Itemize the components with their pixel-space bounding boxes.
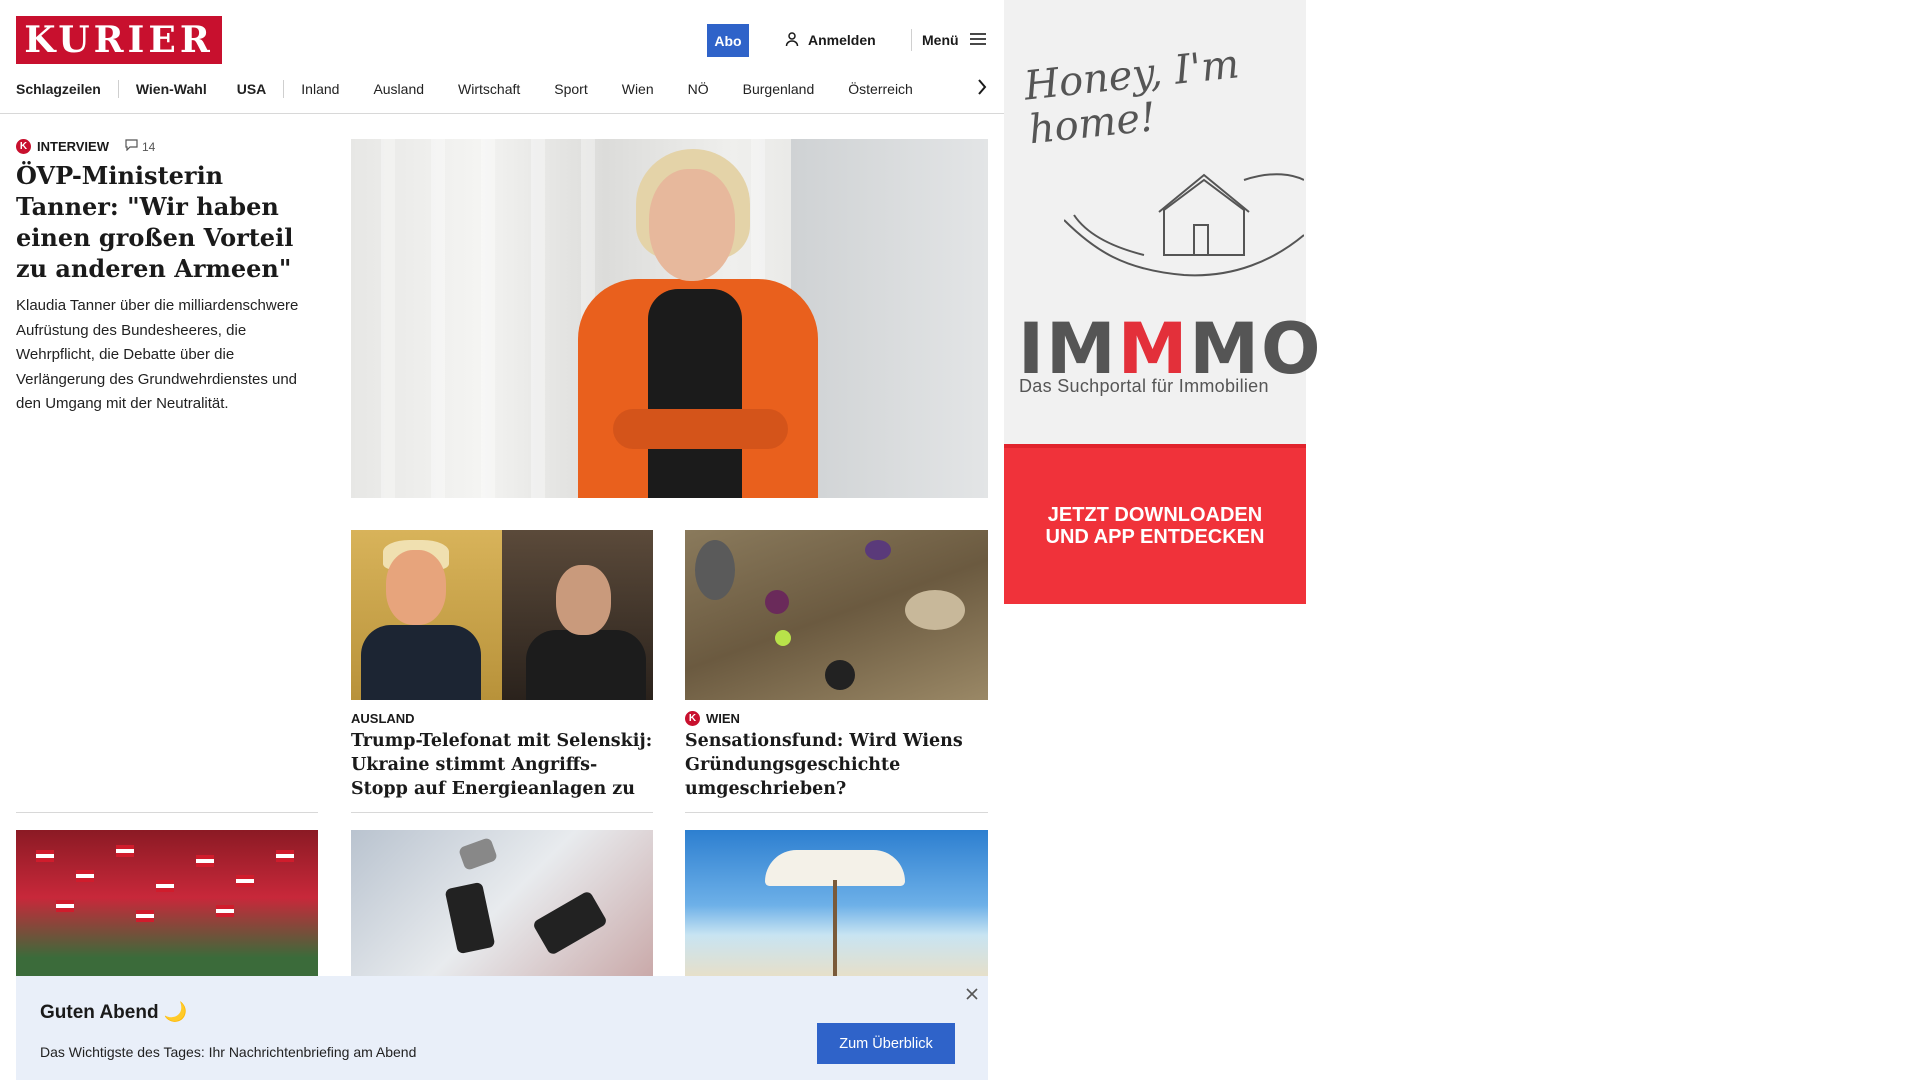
story-kicker[interactable]: K WIEN — [685, 711, 740, 726]
hamburger-icon — [969, 32, 987, 49]
menu-label: Menü — [922, 32, 959, 48]
evening-briefing-banner: Guten Abend 🌙 Das Wichtigste des Tages: … — [16, 976, 988, 1080]
nav-separator — [117, 80, 119, 98]
kurier-plus-badge: K — [16, 139, 31, 154]
lead-meta: K INTERVIEW 14 — [16, 139, 155, 154]
story-photo-trump-selenskij[interactable] — [351, 530, 653, 700]
comment-count[interactable]: 14 — [125, 139, 155, 154]
lead-headline[interactable]: ÖVP-Ministerin Tanner: "Wir haben einen … — [16, 160, 316, 284]
nav-item-ausland[interactable]: Ausland — [373, 81, 424, 97]
lead-teaser: Klaudia Tanner über die milliardenschwer… — [16, 297, 299, 412]
nav-separator — [283, 80, 285, 98]
login-button[interactable]: Anmelden — [784, 30, 876, 50]
nav-scroll-right[interactable] — [972, 78, 992, 100]
ad-visual: Honey, I'm home! IMMMO Das Suchportal fü… — [1004, 0, 1321, 444]
story-kicker-label: WIEN — [706, 711, 740, 726]
nav-item-wien-wahl[interactable]: Wien-Wahl — [136, 81, 207, 97]
ad-cta[interactable]: JETZT DOWNLOADEN UND APP ENTDECKEN — [1004, 444, 1306, 604]
briefing-overview-button[interactable]: Zum Überblick — [817, 1023, 955, 1064]
nav-item-österreich[interactable]: Österreich — [848, 81, 913, 97]
story-headline[interactable]: Sensationsfund: Wird Wiens Gründungsgesc… — [685, 729, 987, 801]
nav-item-burgenland[interactable]: Burgenland — [743, 81, 815, 97]
story-photo-beach[interactable] — [685, 830, 988, 980]
ad-cta-line1: JETZT DOWNLOADEN — [1047, 504, 1263, 526]
story-divider — [16, 812, 318, 813]
nav-item-wien[interactable]: Wien — [622, 81, 654, 97]
nav-item-inland[interactable]: Inland — [301, 81, 339, 97]
comment-icon — [125, 139, 138, 154]
story-kicker[interactable]: AUSLAND — [351, 711, 415, 726]
kurier-logo[interactable]: KURIER — [16, 16, 222, 64]
nav-item-schlagzeilen[interactable]: Schlagzeilen — [16, 81, 101, 97]
briefing-title: Guten Abend 🌙 — [40, 1002, 188, 1023]
chevron-right-icon — [977, 78, 987, 101]
story-divider — [351, 812, 653, 813]
story-photo-football-fans[interactable] — [16, 830, 318, 980]
section-nav: Schlagzeilen Wien-Wahl USA Inland Ausland Wir… — [16, 78, 913, 100]
comment-count-value: 14 — [142, 139, 156, 154]
lead-kicker[interactable]: INTERVIEW — [37, 139, 109, 154]
site-header: KURIER Abo Anmelden Menü Schlagzeilen Wie… — [0, 0, 1004, 114]
advertisement-immmo[interactable]: Honey, I'm home! IMMMO Das Suchportal fü… — [1004, 0, 1321, 604]
story-photo-excavation[interactable] — [685, 530, 988, 700]
ad-cta-line2: UND APP ENTDECKEN — [1045, 526, 1265, 548]
story-divider — [685, 812, 988, 813]
menu-button[interactable]: Menü — [922, 30, 987, 50]
story-headline[interactable]: Trump-Telefonat mit Selenskij: Ukraine s… — [351, 729, 653, 801]
hand-house-icon — [1064, 173, 1304, 277]
story-kicker-label: AUSLAND — [351, 711, 415, 726]
abo-button[interactable]: Abo — [707, 24, 749, 57]
user-icon — [784, 31, 800, 50]
lead-photo[interactable] — [351, 139, 988, 498]
briefing-close-button[interactable] — [960, 984, 984, 1008]
header-divider — [911, 29, 912, 51]
close-icon — [965, 987, 979, 1006]
nav-item-wirtschaft[interactable]: Wirtschaft — [458, 81, 520, 97]
kurier-plus-badge: K — [685, 711, 700, 726]
ad-script-text: Honey, I'm home! — [1021, 41, 1242, 154]
story-photo-smartphones[interactable] — [351, 830, 653, 980]
briefing-text: Das Wichtigste des Tages: Ihr Nachrichte… — [40, 1044, 417, 1060]
nav-item-sport[interactable]: Sport — [554, 81, 587, 97]
nav-item-usa[interactable]: USA — [237, 81, 267, 97]
ad-tagline: Das Suchportal für Immobilien — [1019, 376, 1269, 396]
nav-item-nö[interactable]: NÖ — [688, 81, 709, 97]
login-label: Anmelden — [808, 32, 876, 48]
